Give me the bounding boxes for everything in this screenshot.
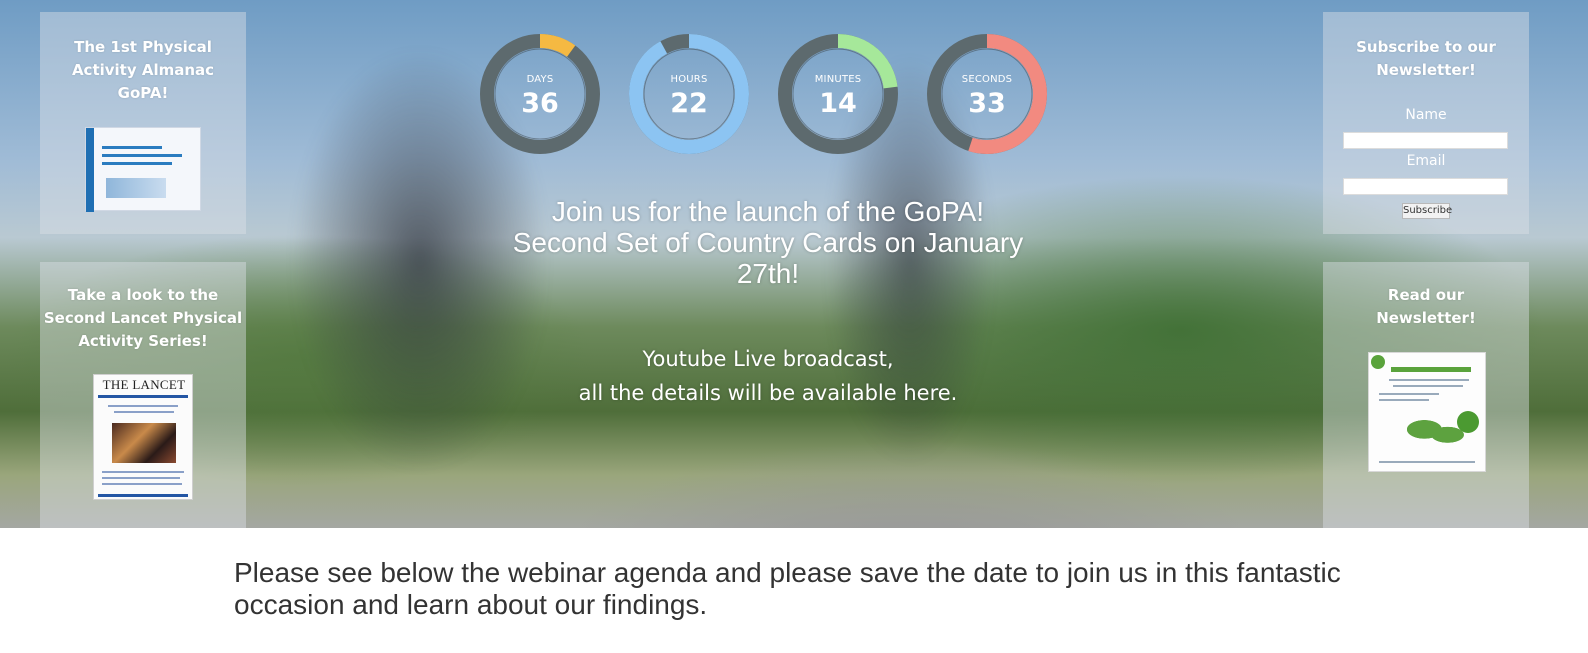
headline-line: 27th! <box>736 258 800 289</box>
countdown-value: 33 <box>968 88 1006 119</box>
countdown-seconds: SECONDS 33 <box>925 32 1049 156</box>
subscribe-panel: Subscribe to our Newsletter! Name Email … <box>1323 12 1529 234</box>
countdown-value: 36 <box>521 88 559 119</box>
subscribe-title-line: Subscribe to our <box>1356 38 1496 56</box>
agenda-paragraph: Please see below the webinar agenda and … <box>234 557 1341 620</box>
newsletter-panel[interactable]: Read our Newsletter! <box>1323 262 1529 528</box>
countdown-days: DAYS 36 <box>478 32 602 156</box>
email-label: Email <box>1406 153 1446 169</box>
name-input[interactable] <box>1343 132 1508 149</box>
broadcast-line: all the details will be available here. <box>578 381 958 405</box>
newsletter-cover-image[interactable] <box>1368 352 1486 472</box>
broadcast-info: Youtube Live broadcast, all the details … <box>468 342 1068 410</box>
almanac-title-line: GoPA! <box>117 84 169 102</box>
countdown-hours: HOURS 22 <box>627 32 751 156</box>
email-input[interactable] <box>1343 178 1508 195</box>
headline-line: Second Set of Country Cards on January <box>512 227 1024 258</box>
lancet-title-line: Activity Series! <box>78 332 208 350</box>
lancet-cover-brand: THE LANCET <box>102 377 186 392</box>
lancet-panel[interactable]: Take a look to the Second Lancet Physica… <box>40 262 246 528</box>
countdown-minutes: MINUTES 14 <box>776 32 900 156</box>
almanac-panel[interactable]: The 1st Physical Activity Almanac GoPA! <box>40 12 246 234</box>
newsletter-title-line: Read our <box>1387 286 1465 304</box>
countdown-label: DAYS <box>526 74 554 85</box>
newsletter-title-line: Newsletter! <box>1376 309 1476 327</box>
almanac-title-line: Activity Almanac <box>71 61 215 79</box>
almanac-cover-image[interactable] <box>85 127 201 212</box>
countdown-label: HOURS <box>670 74 708 85</box>
hero-banner: The 1st Physical Activity Almanac GoPA! … <box>0 0 1588 528</box>
headline-line: Join us for the launch of the GoPA! <box>551 196 985 227</box>
countdown-value: 22 <box>670 88 708 119</box>
countdown-value: 14 <box>819 88 857 119</box>
countdown-label: SECONDS <box>961 74 1013 85</box>
lancet-title-line: Take a look to the <box>67 286 219 304</box>
name-label: Name <box>1405 107 1447 123</box>
subscribe-title-line: Newsletter! <box>1376 61 1476 79</box>
countdown-label: MINUTES <box>814 74 862 85</box>
lancet-cover-image[interactable]: THE LANCET <box>93 374 193 500</box>
lancet-title-line: Second Lancet Physical <box>43 309 243 327</box>
almanac-title-line: The 1st Physical <box>74 38 212 56</box>
launch-headline: Join us for the launch of the GoPA! Seco… <box>418 196 1118 289</box>
broadcast-line: Youtube Live broadcast, <box>642 347 894 371</box>
subscribe-button[interactable]: Subscribe <box>1402 203 1452 219</box>
